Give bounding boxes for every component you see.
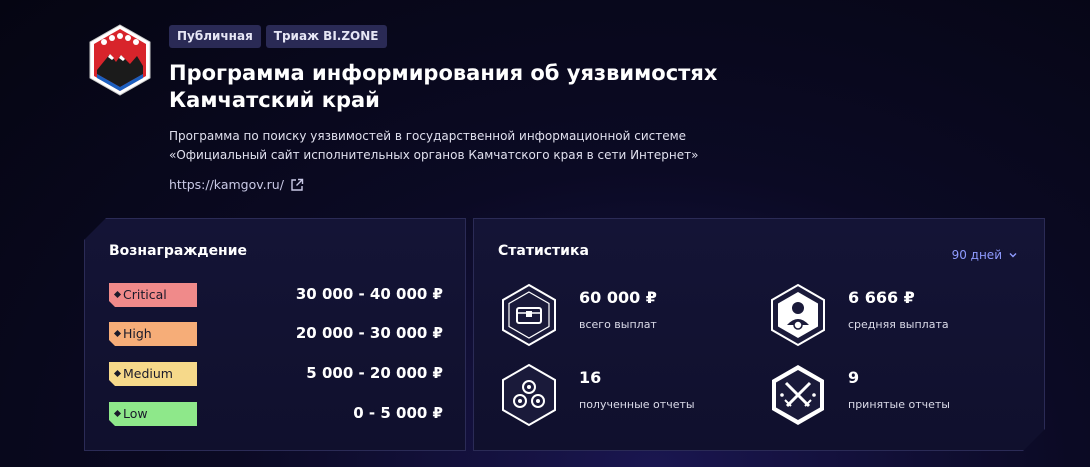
crossed-swords-icon	[769, 363, 827, 427]
reports-received-icon	[500, 363, 558, 427]
stat-average-payout: 6 666 ₽ средняя выплата	[769, 283, 1009, 349]
statistics-card: Статистика 90 дней 60 000 ₽ всего выплат…	[473, 218, 1045, 451]
stat-reports-accepted: 9 принятые отчеты	[769, 363, 1009, 429]
reward-amount-critical: 30 000 - 40 000 ₽	[295, 285, 443, 303]
rewards-card: Вознаграждение Critical 30 000 - 40 000 …	[84, 218, 466, 451]
stat-reports-accepted-label: принятые отчеты	[848, 398, 950, 411]
program-title: Программа информирования об уязвимостях …	[169, 60, 789, 114]
reward-row-high: High 20 000 - 30 000 ₽	[109, 322, 443, 346]
severity-badge-low: Low	[109, 402, 197, 426]
reward-row-critical: Critical 30 000 - 40 000 ₽	[109, 283, 443, 307]
severity-badge-medium: Medium	[109, 362, 197, 386]
reward-amount-medium: 5 000 - 20 000 ₽	[306, 364, 443, 382]
stat-total-payouts-label: всего выплат	[579, 318, 657, 331]
severity-badge-critical: Critical	[109, 283, 197, 307]
stat-reports-received: 16 полученные отчеты	[500, 363, 740, 429]
stat-reports-received-value: 16	[579, 368, 602, 387]
stat-reports-accepted-value: 9	[848, 368, 860, 387]
statistics-title: Статистика	[498, 243, 589, 259]
title-line-2: Камчатский край	[169, 88, 380, 112]
treasure-chest-icon	[500, 283, 558, 347]
program-description: Программа по поиску уязвимостей в госуда…	[169, 127, 809, 165]
description-line-1: Программа по поиску уязвимостей в госуда…	[169, 129, 687, 143]
title-line-1: Программа информирования об уязвимостях	[169, 61, 718, 85]
reward-amount-high: 20 000 - 30 000 ₽	[295, 324, 443, 342]
stat-total-payouts: 60 000 ₽ всего выплат	[500, 283, 740, 349]
chevron-down-icon[interactable]	[1008, 250, 1018, 260]
reward-row-low: Low 0 - 5 000 ₽	[109, 402, 443, 426]
stat-total-payouts-value: 60 000 ₽	[579, 288, 657, 307]
reward-row-medium: Medium 5 000 - 20 000 ₽	[109, 362, 443, 386]
rewards-title: Вознаграждение	[109, 243, 248, 259]
user-badge-icon	[769, 283, 827, 347]
reward-amount-low: 0 - 5 000 ₽	[353, 404, 443, 422]
tag-public: Публичная	[169, 25, 261, 48]
severity-badge-high: High	[109, 322, 197, 346]
period-dropdown[interactable]: 90 дней	[952, 248, 1018, 262]
stat-average-payout-value: 6 666 ₽	[848, 288, 915, 307]
kamchatka-emblem-logo	[89, 24, 151, 96]
external-link-icon[interactable]	[290, 178, 304, 192]
program-link-text[interactable]: https://kamgov.ru/	[169, 177, 284, 192]
description-line-2: «Официальный сайт исполнительных органов…	[169, 148, 699, 162]
stat-reports-received-label: полученные отчеты	[579, 398, 695, 411]
stat-average-payout-label: средняя выплата	[848, 318, 949, 331]
program-tags: Публичная Триаж BI.ZONE	[169, 25, 387, 48]
period-value[interactable]: 90 дней	[952, 248, 1002, 262]
tag-triage: Триаж BI.ZONE	[265, 25, 387, 48]
program-link[interactable]: https://kamgov.ru/	[169, 177, 304, 192]
